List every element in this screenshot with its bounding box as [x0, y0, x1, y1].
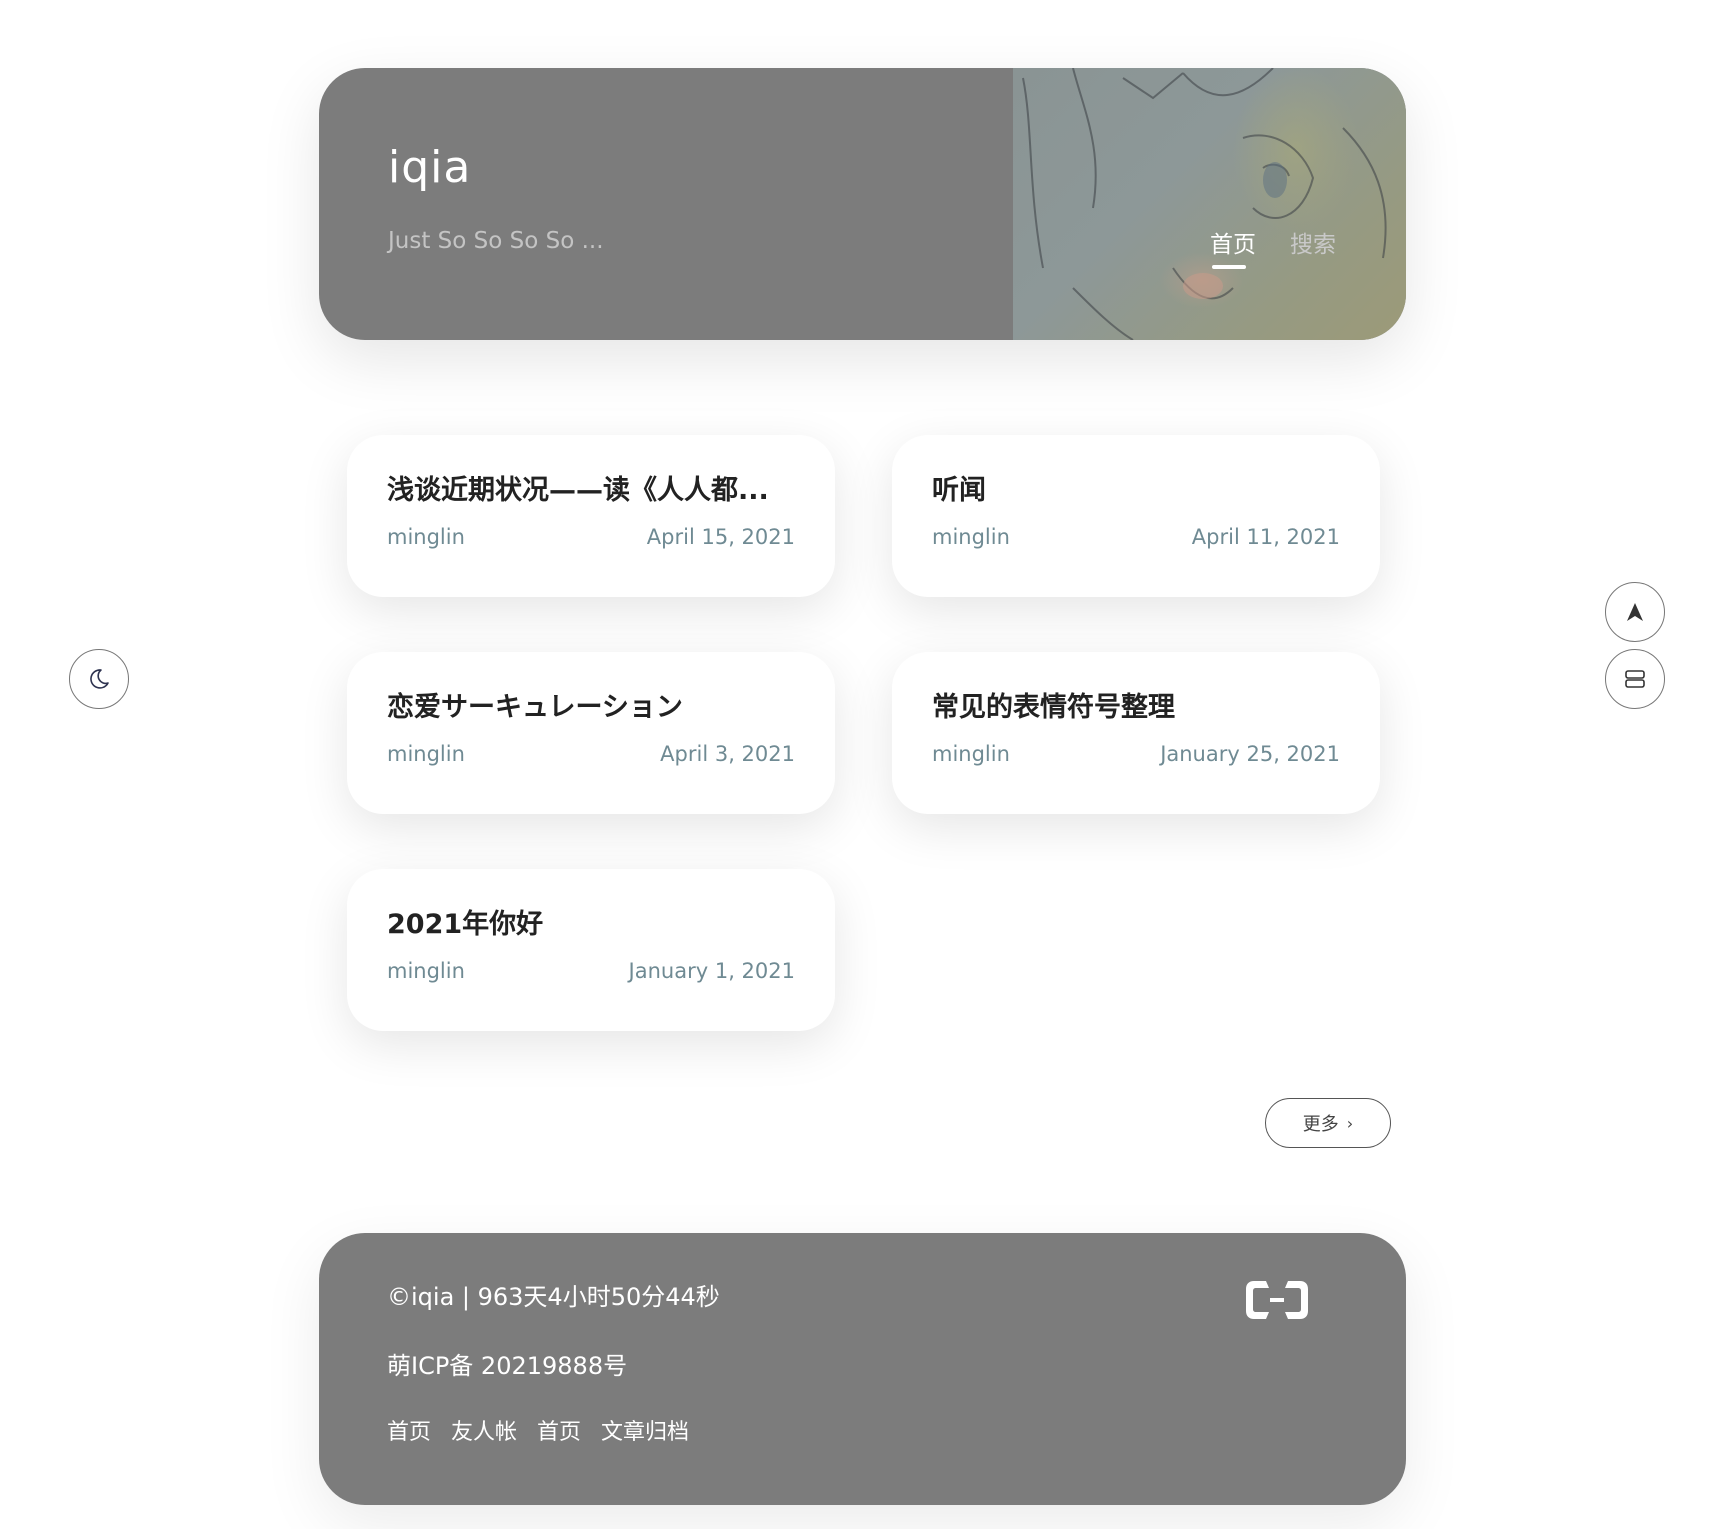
post-card[interactable]: 常见的表情符号整理 minglin January 25, 2021: [892, 652, 1380, 814]
nav-active-indicator: [1212, 265, 1246, 269]
footer-links: 首页 友人帐 首页 文章归档: [387, 1414, 689, 1446]
post-title[interactable]: 2021年你好: [387, 909, 795, 941]
site-header: iqia Just So So So So ... 首页 搜索: [319, 68, 1406, 340]
arrow-up-icon: [1627, 603, 1643, 621]
post-card[interactable]: 恋爱サーキュレーション minglin April 3, 2021: [347, 652, 835, 814]
post-meta: minglin April 15, 2021: [387, 525, 795, 549]
list-icon: [1625, 670, 1645, 688]
post-author: minglin: [932, 742, 1010, 767]
nav-item-label: 首页: [1210, 232, 1256, 258]
post-date: April 11, 2021: [1191, 525, 1340, 550]
post-date: January 25, 2021: [1160, 742, 1340, 767]
footer-icp[interactable]: 萌ICP备 20219888号: [387, 1346, 627, 1381]
post-meta: minglin January 1, 2021: [387, 959, 795, 983]
nav-item-home[interactable]: 首页: [1210, 225, 1256, 269]
chevron-right-icon: ›: [1346, 1113, 1354, 1133]
back-to-top-button[interactable]: [1605, 582, 1665, 642]
post-date: April 3, 2021: [660, 742, 795, 767]
post-title[interactable]: 浅谈近期状况——读《人人都...: [387, 475, 795, 507]
post-card[interactable]: 浅谈近期状况——读《人人都... minglin April 15, 2021: [347, 435, 835, 597]
header-illustration: [1013, 68, 1406, 340]
table-of-contents-button[interactable]: [1605, 649, 1665, 709]
post-date: January 1, 2021: [628, 959, 795, 984]
more-button-label: 更多: [1302, 1114, 1339, 1135]
post-author: minglin: [387, 525, 465, 550]
nav-item-label: 搜索: [1290, 232, 1336, 258]
main-nav: 首页 搜索: [1210, 225, 1336, 269]
site-subtitle: Just So So So So ...: [388, 228, 604, 254]
footer-link-friends[interactable]: 友人帐: [451, 1414, 517, 1446]
anime-illustration-image: [1022, 68, 1387, 340]
footer-link-archive[interactable]: 文章归档: [601, 1414, 689, 1446]
footer-link-home[interactable]: 首页: [387, 1414, 431, 1446]
site-title[interactable]: iqia: [388, 142, 471, 193]
post-author: minglin: [387, 742, 465, 767]
footer-link-home-2[interactable]: 首页: [537, 1414, 581, 1446]
post-card[interactable]: 2021年你好 minglin January 1, 2021: [347, 869, 835, 1031]
footer-copyright: ©iqia | 963天4小时50分44秒: [387, 1283, 720, 1311]
post-title[interactable]: 听闻: [932, 475, 1340, 507]
post-author: minglin: [387, 959, 465, 984]
post-meta: minglin January 25, 2021: [932, 742, 1340, 766]
post-date: April 15, 2021: [646, 525, 795, 550]
moon-icon: [90, 669, 109, 689]
post-title[interactable]: 恋爱サーキュレーション: [387, 692, 795, 724]
post-meta: minglin April 11, 2021: [932, 525, 1340, 549]
more-posts-button[interactable]: 更多 ›: [1265, 1098, 1391, 1148]
theme-toggle-button[interactable]: [69, 649, 129, 709]
post-author: minglin: [932, 525, 1010, 550]
post-title[interactable]: 常见的表情符号整理: [932, 692, 1340, 724]
site-footer: ©iqia | 963天4小时50分44秒 萌ICP备 20219888号 首页…: [319, 1233, 1406, 1505]
aliyun-logo-icon[interactable]: [1242, 1277, 1312, 1327]
post-card[interactable]: 听闻 minglin April 11, 2021: [892, 435, 1380, 597]
nav-item-search[interactable]: 搜索: [1290, 225, 1336, 259]
post-meta: minglin April 3, 2021: [387, 742, 795, 766]
